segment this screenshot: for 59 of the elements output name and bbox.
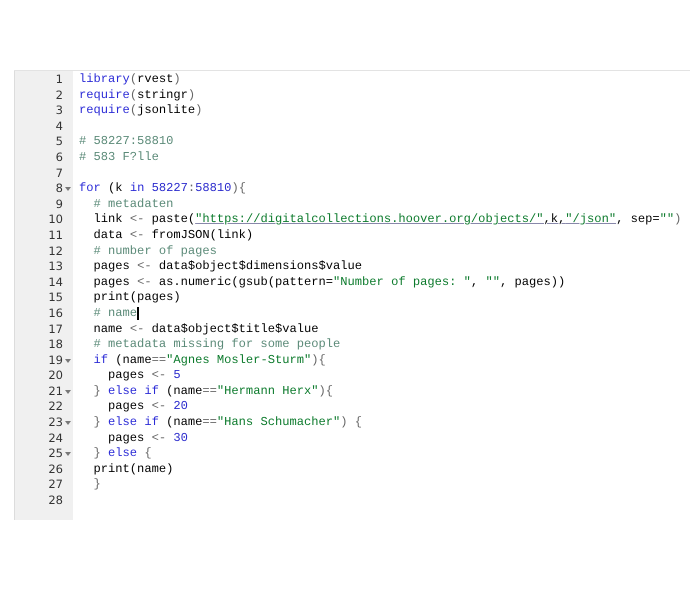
line-number: 20 (48, 368, 63, 384)
line-number: 21 (48, 384, 63, 400)
code-line: # metadata missing for some people (92, 337, 340, 353)
code-line: pages <- 20 (107, 399, 188, 416)
code-line: # metadaten (92, 196, 174, 212)
code-line: } (92, 477, 101, 494)
line-number: 15 (48, 290, 63, 306)
fold-arrow-icon[interactable] (65, 358, 71, 363)
line-number: 9 (56, 196, 63, 212)
line-number: 3 (56, 103, 63, 119)
line-number: 1 (56, 72, 63, 88)
code-line: # name (92, 306, 138, 322)
line-number: 11 (48, 228, 63, 244)
line-number: 7 (56, 166, 63, 182)
line-number: 16 (48, 306, 63, 322)
code-line: print(name) (92, 462, 174, 478)
code-line: pages <- as.numeric(gsub(pattern="Number of pages: ", "", pages)) (92, 274, 566, 290)
line-number: 25 (48, 446, 63, 462)
line-number: 13 (48, 259, 63, 275)
line-number: 10 (48, 212, 63, 228)
code-line: # number of pages (92, 244, 217, 260)
code-line: data <- fromJSON(link) (92, 228, 254, 244)
code-line: # 583 F?lle (79, 150, 159, 166)
code-line: pages <- 5 (107, 368, 181, 384)
code-line: name <- data$object$title$value (92, 322, 319, 338)
code-editor[interactable] (14, 70, 690, 520)
code-line: link <- paste("https://digitalcollections.hoover.org/objects/",k,"/json", sep="") (92, 212, 682, 228)
code-line: # 58227:58810 (79, 134, 174, 150)
line-number: 27 (48, 477, 63, 494)
code-line: } else if (name=="Hermann Herx"){ (92, 384, 334, 400)
line-number: 28 (48, 493, 63, 509)
line-number: 24 (48, 430, 63, 446)
line-number: 18 (48, 337, 63, 353)
line-number: 6 (56, 150, 63, 166)
line-number: 4 (56, 118, 63, 134)
fold-arrow-icon[interactable] (65, 452, 71, 456)
code-line: for (k in 58227:58810){ (79, 181, 246, 197)
line-number: 19 (48, 352, 63, 368)
code-line: require(jsonlite) (79, 103, 202, 119)
code-line: library(rvest) (79, 72, 181, 88)
line-number: 26 (48, 462, 63, 478)
fold-arrow-icon[interactable] (65, 390, 71, 394)
code-line: print(pages) (92, 290, 181, 306)
line-number: 12 (48, 244, 63, 260)
line-number: 22 (48, 399, 63, 416)
fold-arrow-icon[interactable] (65, 187, 71, 192)
code-line: pages <- 30 (107, 430, 188, 446)
code-line: } else { (92, 446, 152, 462)
line-number: 2 (56, 88, 63, 104)
code-line: require(stringr) (79, 88, 196, 104)
code-line: pages <- data$object$dimensions$value (92, 259, 362, 275)
line-number: 17 (48, 322, 63, 338)
line-number: 8 (56, 181, 63, 197)
line-number: 23 (48, 415, 63, 431)
code-line: } else if (name=="Hans Schumacher") { (92, 415, 362, 431)
fold-arrow-icon[interactable] (65, 421, 71, 426)
line-number: 5 (56, 134, 63, 150)
code-line: if (name=="Agnes Mosler-Sturm"){ (92, 352, 326, 368)
line-number: 14 (48, 274, 63, 290)
